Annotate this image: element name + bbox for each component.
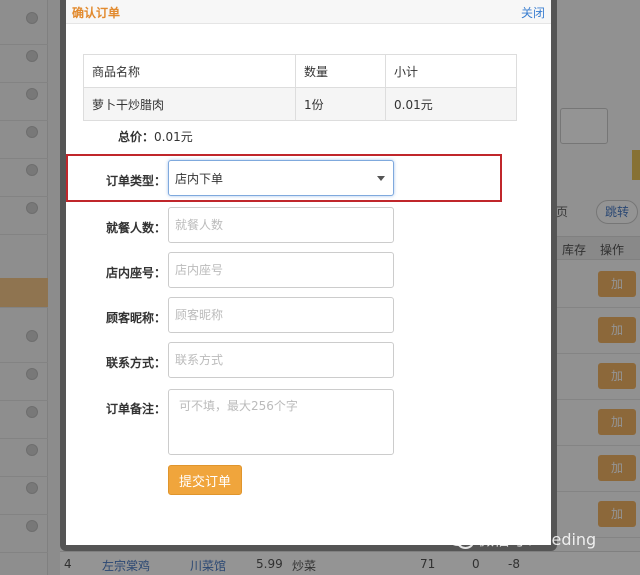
col-product-name: 商品名称: [83, 54, 296, 88]
nickname-label: 顾客昵称：: [105, 311, 166, 325]
confirm-order-modal: 确认订单 关闭 商品名称 数量 小计 萝卜干炒腊肉 1份 0.01元 总价：0.…: [60, 0, 557, 551]
watermark: 微信号：veding: [448, 526, 596, 550]
contact-label: 联系方式：: [105, 356, 166, 370]
remark-label: 订单备注：: [105, 402, 166, 416]
diners-label: 就餐人数：: [105, 221, 166, 235]
order-total: 总价：0.01元: [118, 128, 193, 145]
order-type-value: 店内下单: [175, 171, 224, 186]
dropdown-arrow-icon: [377, 176, 385, 181]
remark-textarea[interactable]: [168, 389, 394, 455]
order-type-label: 订单类型：: [105, 174, 166, 188]
submit-order-button[interactable]: 提交订单: [168, 465, 242, 495]
modal-title: 确认订单: [72, 6, 121, 20]
table-row: 萝卜干炒腊肉 1份 0.01元: [83, 87, 517, 121]
cell-product-name: 萝卜干炒腊肉: [83, 87, 296, 121]
total-label: 总价：: [118, 130, 155, 144]
modal-header: 确认订单 关闭: [66, 0, 551, 24]
table-header-row: 商品名称 数量 小计: [83, 54, 517, 88]
total-value: 0.01元: [154, 130, 193, 144]
watermark-text: 微信号：veding: [478, 530, 597, 549]
cell-subtotal: 0.01元: [385, 87, 517, 121]
contact-input[interactable]: [168, 342, 394, 378]
seat-label: 店内座号：: [105, 266, 166, 280]
col-subtotal: 小计: [385, 54, 517, 88]
order-items-table: 商品名称 数量 小计 萝卜干炒腊肉 1份 0.01元: [83, 54, 517, 121]
nickname-input[interactable]: [168, 297, 394, 333]
modal-body: 确认订单 关闭 商品名称 数量 小计 萝卜干炒腊肉 1份 0.01元 总价：0.…: [66, 0, 551, 545]
col-quantity: 数量: [295, 54, 386, 88]
close-link[interactable]: 关闭: [521, 4, 545, 21]
wechat-icon: [448, 528, 474, 549]
order-type-select[interactable]: 店内下单: [168, 160, 394, 196]
diners-input[interactable]: [168, 207, 394, 243]
cell-quantity: 1份: [295, 87, 386, 121]
seat-input[interactable]: [168, 252, 394, 288]
